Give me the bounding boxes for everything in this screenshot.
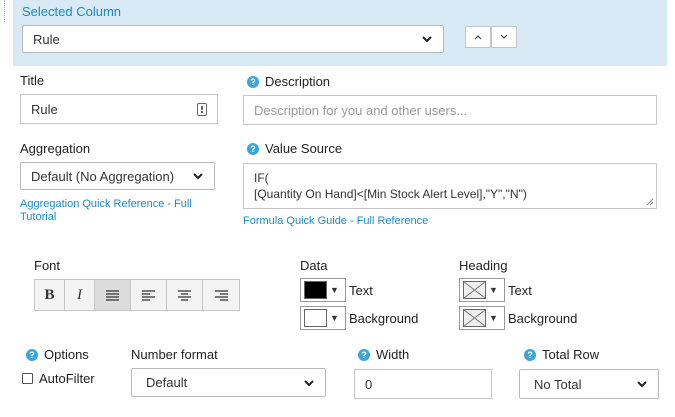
align-left-button[interactable] [131,280,167,310]
total-row-value: No Total [534,376,582,392]
aggregation-reference-link[interactable]: Aggregation Quick Reference - Full Tutor… [20,198,210,224]
data-background-color-picker[interactable]: ▼ [300,306,346,330]
data-text-color-picker[interactable]: ▼ [300,278,346,302]
formula-line-1: IF( [254,171,269,185]
width-input[interactable]: 0 [354,369,492,399]
number-format-value: Default [146,375,188,390]
autofilter-label: AutoFilter [39,371,95,386]
move-up-button[interactable] [465,26,491,48]
value-source-textarea[interactable]: IF( [Quantity On Hand]<[Min Stock Alert … [243,163,657,209]
data-colors-label: Data [300,258,328,273]
description-placeholder: Description for you and other users... [254,102,468,118]
formula-line-2: [Quantity On Hand]<[Min Stock Alert Leve… [254,187,527,201]
dropdown-arrow-icon: ▼ [330,285,339,295]
chevron-up-icon [474,35,482,40]
options-label-row: ? Options [26,347,89,362]
align-right-button[interactable] [203,280,239,310]
aggregation-value: Default (No Aggregation) [31,168,175,184]
width-label-row: ? Width [358,347,409,362]
align-center-icon [178,289,191,301]
bold-button[interactable]: B [35,280,65,310]
total-row-label-row: ? Total Row [524,347,599,362]
move-down-button[interactable] [491,26,517,48]
autofilter-option[interactable]: AutoFilter [22,371,95,386]
number-format-select[interactable]: Default [131,368,326,397]
chevron-down-icon [193,173,203,180]
chevron-down-icon [304,379,314,386]
dropdown-arrow-icon: ▼ [489,313,498,323]
width-label: Width [376,347,410,362]
aggregation-select[interactable]: Default (No Aggregation) [20,162,215,190]
autofilter-checkbox[interactable] [22,373,33,384]
chevron-down-icon [422,36,432,43]
chevron-down-icon [500,34,508,39]
options-label: Options [44,347,89,362]
description-input[interactable]: Description for you and other users... [243,95,657,125]
chevron-down-icon [637,381,647,388]
aggregation-label: Aggregation [20,141,91,156]
title-label: Title [20,73,45,88]
formula-reference-link[interactable]: Formula Quick Guide - Full Reference [243,215,428,228]
drag-handle-dots [4,0,7,22]
align-justify-button[interactable] [95,280,131,310]
description-label: Description [265,74,331,89]
align-center-button[interactable] [167,280,203,310]
dropdown-arrow-icon: ▼ [489,285,498,295]
selected-column-heading: Selected Column [22,4,121,19]
width-value: 0 [365,376,373,392]
heading-background-label: Background [508,311,578,326]
heading-background-color-picker[interactable]: ▼ [459,306,505,330]
value-source-label: Value Source [265,141,343,156]
selected-column-select[interactable]: Rule [22,25,444,53]
align-left-icon [142,289,155,301]
no-color-icon [463,309,486,327]
no-color-icon [463,281,486,299]
background-color-swatch [304,309,327,327]
total-row-select[interactable]: No Total [519,369,659,399]
data-text-label: Text [349,283,373,298]
heading-colors-label: Heading [459,258,508,273]
italic-button[interactable]: I [65,280,95,310]
help-icon[interactable]: ? [524,348,536,361]
value-source-label-row: ? Value Source [247,141,342,156]
title-input[interactable]: Rule [20,94,218,124]
help-icon[interactable]: ? [247,75,259,88]
font-label: Font [34,258,61,273]
resize-handle-icon[interactable] [646,198,654,206]
help-icon[interactable]: ? [247,142,259,155]
align-justify-icon [106,289,119,301]
dropdown-arrow-icon: ▼ [330,313,339,323]
selected-column-value: Rule [33,31,60,47]
heading-text-label: Text [508,283,532,298]
text-color-swatch [304,281,327,299]
title-value: Rule [31,101,58,117]
align-right-icon [214,289,228,301]
heading-text-color-picker[interactable]: ▼ [459,278,505,302]
help-icon[interactable]: ? [26,348,38,361]
data-background-label: Background [349,311,419,326]
field-info-icon [197,102,207,116]
font-format-toolbar: B I [34,279,240,311]
total-row-label: Total Row [542,347,600,362]
help-icon[interactable]: ? [358,348,370,361]
description-label-row: ? Description [247,74,330,89]
number-format-label: Number format [131,347,218,362]
